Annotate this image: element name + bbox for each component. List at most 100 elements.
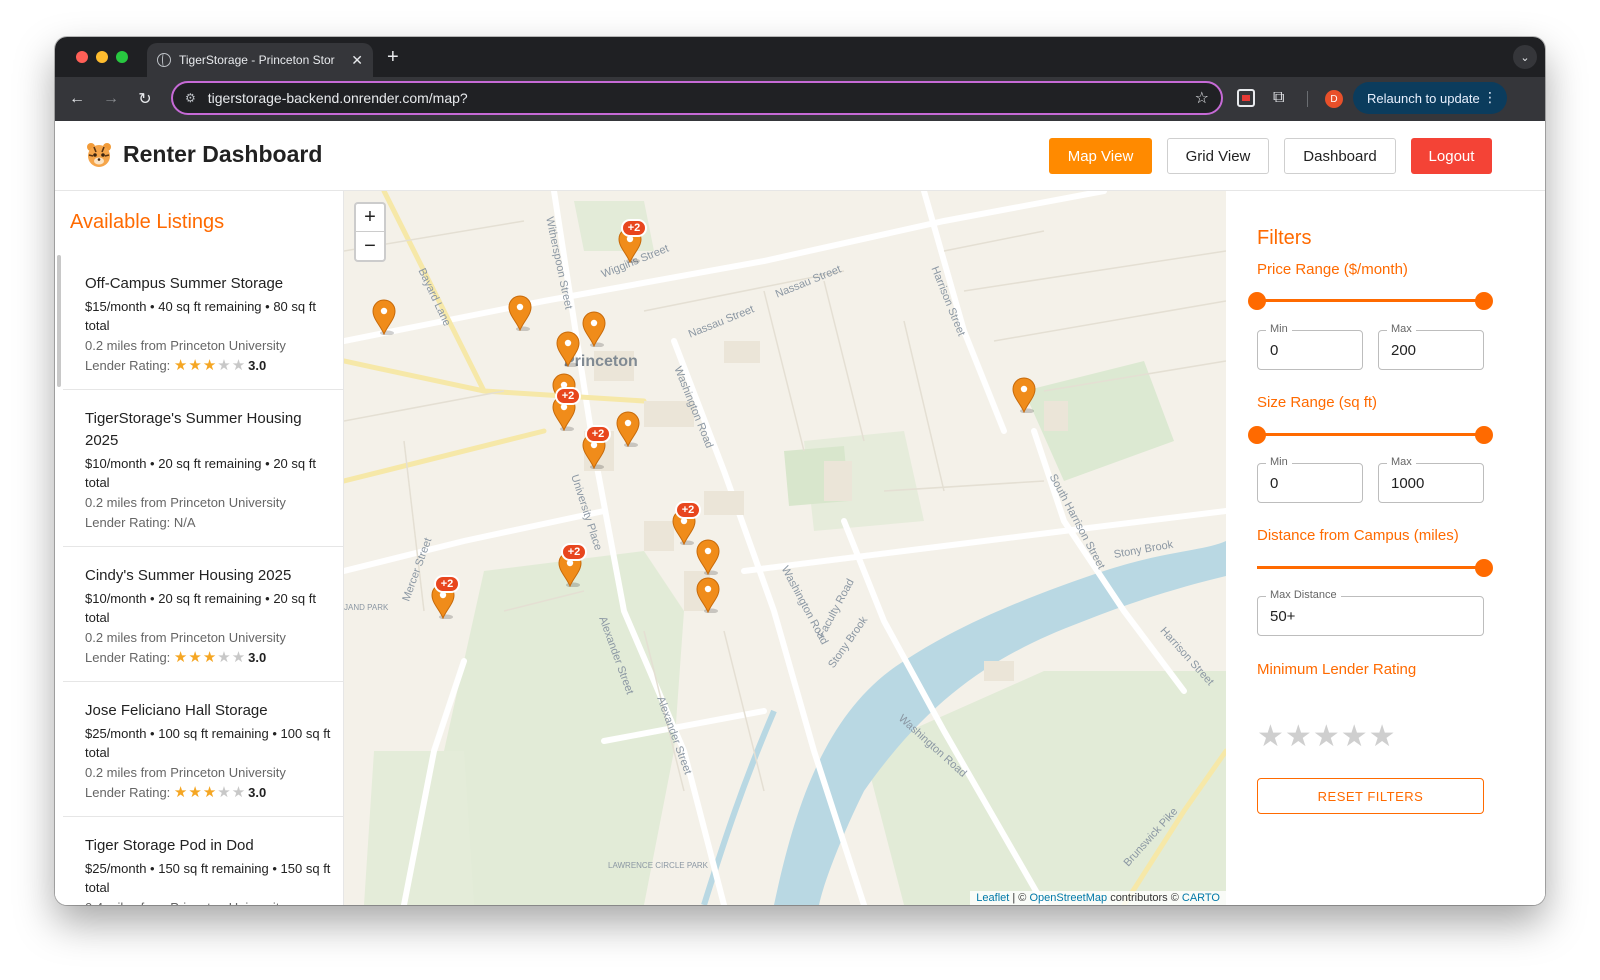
listing-card[interactable]: Cindy's Summer Housing 2025 $10/month • 2… xyxy=(63,547,343,682)
forward-arrow-icon[interactable]: → xyxy=(99,87,123,111)
maximize-window-button[interactable] xyxy=(116,51,128,63)
distance-thumb[interactable] xyxy=(1475,559,1493,577)
rating-star-icon[interactable]: ★ xyxy=(1369,720,1396,753)
size-min-thumb[interactable] xyxy=(1248,426,1266,444)
size-min-field[interactable]: Min 0 xyxy=(1257,456,1363,503)
listing-title[interactable]: Jose Feliciano Hall Storage xyxy=(85,700,332,722)
relaunch-label: Relaunch to update xyxy=(1367,90,1480,106)
map-marker-icon[interactable] xyxy=(615,411,641,447)
zoom-in-button[interactable]: + xyxy=(356,204,384,232)
zoom-out-button[interactable]: − xyxy=(356,232,384,260)
price-range-slider[interactable] xyxy=(1248,291,1493,311)
cluster-count-badge[interactable]: +2 xyxy=(555,387,581,405)
toolbar-divider xyxy=(1307,91,1308,107)
more-menu-icon[interactable]: ⋮ xyxy=(1483,89,1497,106)
size-max-value[interactable]: 1000 xyxy=(1391,475,1424,492)
listing-card[interactable]: Jose Feliciano Hall Storage $25/month • 1… xyxy=(63,682,343,817)
price-min-field[interactable]: Min 0 xyxy=(1257,323,1363,370)
listing-title[interactable]: Off-Campus Summer Storage xyxy=(85,273,332,295)
cluster-count-badge[interactable]: +2 xyxy=(585,425,611,443)
listing-rating: Lender Rating: ★★★★★ 3.0 xyxy=(85,356,332,376)
new-tab-button[interactable]: + xyxy=(387,46,399,69)
map-marker-icon[interactable] xyxy=(371,299,397,335)
cluster-count-badge[interactable]: +2 xyxy=(675,501,701,519)
cluster-count-badge[interactable]: +2 xyxy=(621,219,647,237)
listings-heading: Available Listings xyxy=(70,211,225,233)
price-max-field[interactable]: Max 200 xyxy=(1378,323,1484,370)
price-min-value[interactable]: 0 xyxy=(1270,342,1278,359)
bookmark-star-icon[interactable]: ☆ xyxy=(1195,88,1209,108)
street-label: LAWRENCE CIRCLE PARK xyxy=(608,861,709,870)
cluster-count-badge[interactable]: +2 xyxy=(561,543,587,561)
grid-view-button[interactable]: Grid View xyxy=(1167,138,1269,174)
map[interactable]: + − Witherspoon Street Wiggins Street Nass… xyxy=(344,191,1226,905)
leaflet-link[interactable]: Leaflet xyxy=(976,892,1009,904)
listing-card[interactable]: TigerStorage's Summer Housing 2025 $10/mo… xyxy=(63,390,343,547)
size-max-thumb[interactable] xyxy=(1475,426,1493,444)
dashboard-button[interactable]: Dashboard xyxy=(1284,138,1396,174)
reset-filters-button[interactable]: RESET FILTERS xyxy=(1257,778,1484,814)
listing-title[interactable]: TigerStorage's Summer Housing 2025 xyxy=(85,408,332,452)
puzzle-extensions-icon[interactable]: ⧉ xyxy=(1273,89,1291,107)
listings-panel: Available Listings Off-Campus Summer Sto… xyxy=(55,191,344,905)
size-min-value[interactable]: 0 xyxy=(1270,475,1278,492)
size-range-label: Size Range (sq ft) xyxy=(1257,394,1378,411)
browser-tab[interactable]: TigerStorage - Princeton Stor ✕ xyxy=(147,43,373,77)
price-max-label: Max xyxy=(1387,323,1416,335)
rating-star-icon[interactable]: ★ xyxy=(1285,720,1312,753)
max-distance-field[interactable]: Max Distance 50+ xyxy=(1257,589,1484,636)
minimize-window-button[interactable] xyxy=(96,51,108,63)
extension-icon[interactable] xyxy=(1237,89,1255,107)
map-view-button[interactable]: Map View xyxy=(1049,138,1152,174)
price-max-thumb[interactable] xyxy=(1475,292,1493,310)
filters-panel: Filters Price Range ($/month) Min 0 Max … xyxy=(1226,191,1545,905)
url-text[interactable]: tigerstorage-backend.onrender.com/map? xyxy=(208,90,1195,106)
listing-card[interactable]: Tiger Storage Pod in Dod $25/month • 150 … xyxy=(63,817,343,905)
osm-link[interactable]: OpenStreetMap xyxy=(1029,892,1107,904)
listing-distance: 0.4 miles from Princeton University xyxy=(85,898,332,905)
price-max-value[interactable]: 200 xyxy=(1391,342,1416,359)
reload-icon[interactable]: ↻ xyxy=(133,87,157,111)
min-rating-label: Minimum Lender Rating xyxy=(1257,661,1417,678)
listing-title[interactable]: Tiger Storage Pod in Dod xyxy=(85,835,332,857)
listing-rating-value: 3.0 xyxy=(248,358,267,373)
cluster-count-badge[interactable]: +2 xyxy=(434,575,460,593)
map-marker-icon[interactable] xyxy=(695,539,721,575)
size-slider-track xyxy=(1257,433,1484,436)
logout-button[interactable]: Logout xyxy=(1411,138,1492,174)
rating-star-icon[interactable]: ★ xyxy=(1257,720,1284,753)
close-window-button[interactable] xyxy=(76,51,88,63)
size-max-field[interactable]: Max 1000 xyxy=(1378,456,1484,503)
listing-card[interactable]: Off-Campus Summer Storage $15/month • 40 … xyxy=(63,255,343,390)
size-range-slider[interactable] xyxy=(1248,425,1493,445)
map-marker-icon[interactable] xyxy=(1011,377,1037,413)
listing-rating-label: Lender Rating: N/A xyxy=(85,515,196,530)
distance-slider[interactable] xyxy=(1257,558,1493,578)
map-marker-icon[interactable] xyxy=(507,295,533,331)
tab-search-chevron-icon[interactable]: ⌄ xyxy=(1513,45,1537,69)
map-marker-icon[interactable] xyxy=(695,577,721,613)
relaunch-button[interactable]: Relaunch to update ⋮ xyxy=(1353,82,1507,114)
listings-scrollbar[interactable] xyxy=(57,255,61,387)
back-arrow-icon[interactable]: ← xyxy=(65,87,89,111)
site-settings-icon[interactable]: ⚙ xyxy=(185,91,196,105)
listing-rating-value: 3.0 xyxy=(248,650,267,665)
carto-link[interactable]: CARTO xyxy=(1182,892,1220,904)
listing-rating: Lender Rating: ★★★★★ 3.0 xyxy=(85,648,332,668)
listing-distance: 0.2 miles from Princeton University xyxy=(85,765,286,780)
price-min-thumb[interactable] xyxy=(1248,292,1266,310)
rating-stars-input[interactable]: ★★★★★ xyxy=(1257,719,1397,754)
attribution-separator: | © xyxy=(1012,892,1027,904)
listing-meta: $25/month • 150 sq ft remaining • 150 sq… xyxy=(85,861,331,895)
close-tab-icon[interactable]: ✕ xyxy=(351,52,363,69)
address-bar[interactable]: ⚙ tigerstorage-backend.onrender.com/map?… xyxy=(171,81,1223,115)
max-distance-value[interactable]: 50+ xyxy=(1270,608,1295,625)
profile-avatar[interactable]: D xyxy=(1325,90,1343,108)
street-label: JAND PARK xyxy=(344,603,389,612)
browser-window: TigerStorage - Princeton Stor ✕ + ⌄ ← → … xyxy=(55,37,1545,905)
map-marker-icon[interactable] xyxy=(581,311,607,347)
map-marker-icon[interactable] xyxy=(555,331,581,367)
listing-title[interactable]: Cindy's Summer Housing 2025 xyxy=(85,565,332,587)
rating-star-icon[interactable]: ★ xyxy=(1341,720,1368,753)
rating-star-icon[interactable]: ★ xyxy=(1313,720,1340,753)
